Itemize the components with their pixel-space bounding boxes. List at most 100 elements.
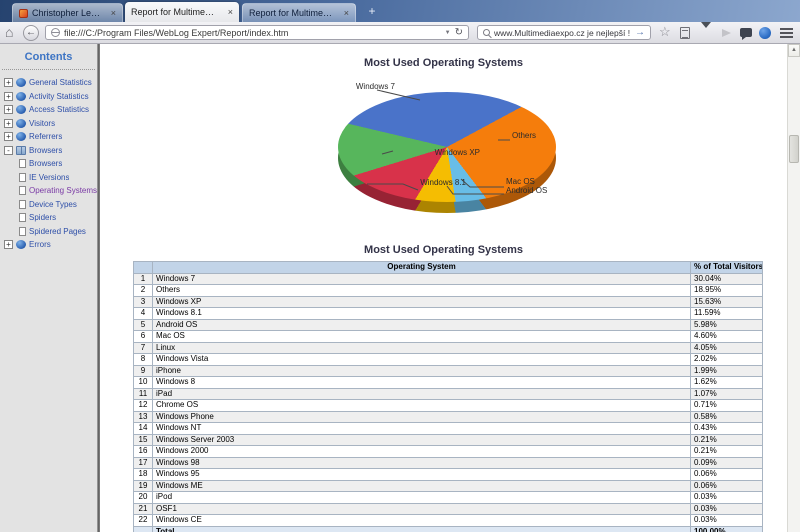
row-pct: 0.06%: [690, 468, 763, 481]
chat-bubble-icon[interactable]: [740, 28, 752, 40]
addon-icon[interactable]: [759, 27, 771, 39]
row-os: Windows 8.1: [152, 307, 691, 320]
search-text: www.Multimediaexpo.cz je nejlepší !: [494, 27, 631, 38]
table-row: 15 Windows Server 2003 0.21%: [133, 433, 763, 446]
row-os: Windows 8: [152, 376, 691, 389]
tab-strip: Christopher Lee – Multimedia... × Report…: [0, 0, 800, 22]
row-pct: 1.07%: [690, 387, 763, 400]
new-tab-button[interactable]: +: [363, 4, 381, 19]
row-os: Windows Server 2003: [152, 433, 691, 446]
expand-icon[interactable]: +: [4, 105, 13, 115]
go-arrow-icon[interactable]: →: [635, 27, 645, 38]
tab-christopher-lee[interactable]: Christopher Lee – Multimedia... ×: [12, 3, 123, 22]
pie-label-windows7: Windows 7: [355, 82, 395, 91]
stats-icon: [16, 118, 26, 128]
row-rank: 9: [133, 364, 153, 377]
row-os: iPhone: [152, 364, 691, 377]
page-icon: [19, 199, 26, 209]
row-rank: 5: [133, 318, 153, 331]
expand-icon[interactable]: +: [4, 78, 13, 88]
bookmark-star-icon[interactable]: ☆: [659, 24, 671, 40]
row-os: Windows Phone: [152, 410, 691, 423]
row-pct: 5.98%: [690, 318, 763, 331]
send-icon[interactable]: [722, 29, 731, 37]
row-rank: 12: [133, 399, 153, 412]
sidebar-item-operating-systems[interactable]: Operating Systems: [0, 184, 97, 198]
row-pct: 4.60%: [690, 330, 763, 343]
row-rank: 13: [133, 410, 153, 423]
row-pct: 0.03%: [690, 502, 763, 515]
stats-icon: [16, 91, 26, 101]
row-pct: 4.05%: [690, 341, 763, 354]
header-pct: % of Total Visitors: [690, 261, 763, 274]
tab-title: Report for Multimediaexpo.cz : 7...: [249, 8, 335, 18]
row-pct: 0.09%: [690, 456, 763, 469]
page-content: Contents + General Statistics + Activity…: [0, 44, 800, 532]
url-bar[interactable]: file:///C:/Program Files/WebLog Expert/R…: [45, 25, 469, 40]
row-rank: 2: [133, 284, 153, 297]
table-row: 14 Windows NT 0.43%: [133, 422, 763, 435]
row-os: Linux: [152, 341, 691, 354]
tab-close-icon[interactable]: ×: [107, 8, 116, 18]
sidebar-item-activity-statistics[interactable]: + Activity Statistics: [0, 90, 97, 104]
table-row: 6 Mac OS 4.60%: [133, 330, 763, 343]
sidebar-item-browsers-group[interactable]: - Browsers: [0, 144, 97, 158]
sidebar-item-device-types[interactable]: Device Types: [0, 198, 97, 212]
table-total-row: Total 100.00%: [133, 525, 763, 532]
reload-icon[interactable]: ↻: [455, 27, 463, 38]
search-input[interactable]: www.Multimediaexpo.cz je nejlepší ! →: [477, 25, 651, 40]
total-pct: 100.00%: [690, 525, 763, 532]
row-os: Windows NT: [152, 422, 691, 435]
pie-label-android: Android OS: [506, 186, 548, 195]
scrollbar-up-icon[interactable]: ▲: [788, 44, 800, 57]
table-row: 20 iPod 0.03%: [133, 491, 763, 504]
vertical-scrollbar[interactable]: ▲: [787, 44, 800, 532]
menu-icon[interactable]: [780, 28, 793, 40]
bookmarks-panel-icon[interactable]: [680, 27, 690, 39]
sidebar-item-spidered-pages[interactable]: Spidered Pages: [0, 225, 97, 239]
sidebar-item-access-statistics[interactable]: + Access Statistics: [0, 103, 97, 117]
scrollbar-thumb[interactable]: [789, 135, 799, 163]
collapse-icon[interactable]: -: [4, 145, 13, 155]
row-os: iPad: [152, 387, 691, 400]
chevron-down-icon[interactable]: ▼: [445, 30, 451, 36]
row-os: Windows 95: [152, 468, 691, 481]
expand-icon[interactable]: +: [4, 240, 13, 250]
table-row: 1 Windows 7 30.04%: [133, 272, 763, 285]
row-pct: 0.43%: [690, 422, 763, 435]
expand-icon[interactable]: +: [4, 91, 13, 101]
row-rank: 15: [133, 433, 153, 446]
tab-report-active[interactable]: Report for Multimediaexpo.cz : 7... ×: [125, 2, 239, 22]
tab-report-2[interactable]: Report for Multimediaexpo.cz : 7... ×: [242, 3, 356, 22]
expand-icon[interactable]: +: [4, 118, 13, 128]
sidebar-item-ie-versions[interactable]: IE Versions: [0, 171, 97, 185]
row-os: iPod: [152, 491, 691, 504]
sidebar-title: Contents: [2, 44, 95, 70]
back-icon[interactable]: ←: [23, 25, 39, 41]
header-rank: [133, 261, 153, 274]
sidebar-item-referrers[interactable]: + Referrers: [0, 130, 97, 144]
page-icon: [19, 226, 26, 236]
tab-close-icon[interactable]: ×: [224, 7, 233, 17]
sidebar-item-general-statistics[interactable]: + General Statistics: [0, 76, 97, 90]
table-row: 10 Windows 8 1.62%: [133, 376, 763, 389]
row-pct: 15.63%: [690, 295, 763, 308]
table-row: 18 Windows 95 0.06%: [133, 468, 763, 481]
tab-close-icon[interactable]: ×: [340, 8, 349, 18]
table-row: 12 Chrome OS 0.71%: [133, 399, 763, 412]
row-os: Windows XP: [152, 295, 691, 308]
table-row: 13 Windows Phone 0.58%: [133, 410, 763, 423]
total-label: Total: [152, 525, 691, 532]
sidebar-item-visitors[interactable]: + Visitors: [0, 117, 97, 131]
home-icon[interactable]: ⌂: [5, 24, 13, 40]
sidebar-item-errors[interactable]: + Errors: [0, 238, 97, 252]
expand-icon[interactable]: +: [4, 132, 13, 142]
contents-tree: + General Statistics + Activity Statisti…: [0, 70, 97, 252]
sidebar-item-browsers[interactable]: Browsers: [0, 157, 97, 171]
table-row: 4 Windows 8.1 11.59%: [133, 307, 763, 320]
table-row: 2 Others 18.95%: [133, 284, 763, 297]
row-pct: 0.03%: [690, 514, 763, 527]
page-icon: [19, 213, 26, 223]
table-row: 11 iPad 1.07%: [133, 387, 763, 400]
sidebar-item-spiders[interactable]: Spiders: [0, 211, 97, 225]
